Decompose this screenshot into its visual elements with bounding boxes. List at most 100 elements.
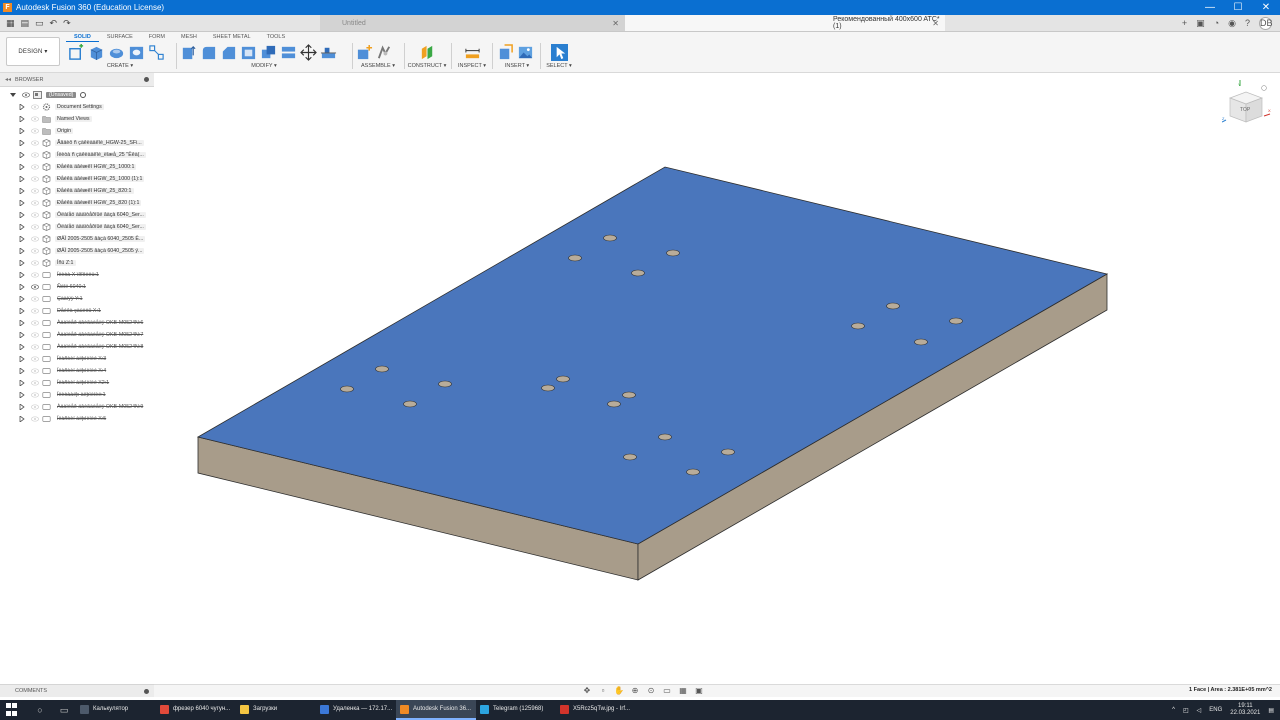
viewports-icon[interactable]: ▣ bbox=[693, 686, 705, 695]
close-tab-icon[interactable]: ✕ bbox=[932, 19, 939, 28]
pattern-icon[interactable] bbox=[148, 44, 165, 61]
hole[interactable] bbox=[886, 302, 900, 310]
tab-sheet-metal[interactable]: SHEET METAL bbox=[205, 33, 259, 42]
inspect-menu[interactable]: INSPECT ▾ bbox=[455, 63, 489, 69]
hole-icon[interactable] bbox=[128, 44, 145, 61]
comments-panel[interactable]: COMMENTS bbox=[0, 684, 154, 697]
hole[interactable] bbox=[622, 391, 636, 399]
expand-arrow-icon[interactable] bbox=[19, 140, 25, 146]
insert-menu[interactable]: INSERT ▾ bbox=[497, 63, 537, 69]
hole[interactable] bbox=[686, 468, 700, 476]
tab-surface[interactable]: SURFACE bbox=[99, 33, 141, 42]
hole[interactable] bbox=[949, 317, 963, 325]
extensions-icon[interactable]: ▣ bbox=[1196, 18, 1205, 29]
tab-untitled[interactable]: Untitled ✕ bbox=[320, 15, 625, 31]
look-at-icon[interactable]: ▫ bbox=[597, 686, 609, 695]
expand-arrow-icon[interactable] bbox=[19, 296, 25, 302]
browser-tree-item[interactable]: Ïëàñòèí àëþìèíèé X2:1 bbox=[0, 377, 154, 389]
maximize-button[interactable]: ☐ bbox=[1224, 0, 1252, 15]
visibility-eye-icon[interactable] bbox=[31, 416, 39, 422]
jobs-icon[interactable]: ◔ bbox=[1214, 18, 1219, 28]
press-pull-icon[interactable] bbox=[180, 44, 197, 61]
hole[interactable] bbox=[623, 453, 637, 461]
browser-tree-item[interactable]: Ðåéêà çàùèòû X:1 bbox=[0, 305, 154, 317]
new-tab-icon[interactable]: + bbox=[1182, 18, 1187, 28]
activate-radio-icon[interactable] bbox=[80, 92, 87, 98]
chamfer-icon[interactable] bbox=[220, 44, 237, 61]
hole[interactable] bbox=[556, 375, 570, 383]
expand-arrow-icon[interactable] bbox=[19, 212, 25, 218]
browser-tree-item[interactable]: Ïëàñòèí àëþìèíèé X:3 bbox=[0, 353, 154, 365]
expand-arrow-icon[interactable] bbox=[19, 248, 25, 254]
expand-arrow-icon[interactable] bbox=[19, 344, 25, 350]
taskbar-app-button[interactable]: X5Rcz5qTw.jpg - Irf... bbox=[556, 700, 636, 720]
split-body-icon[interactable] bbox=[280, 44, 297, 61]
network-icon[interactable]: ◰ bbox=[1183, 707, 1189, 714]
modify-menu[interactable]: MODIFY ▾ bbox=[180, 63, 348, 69]
browser-tree-item[interactable]: ØÂÏ 2005-2505 âàçà 6040_2505 ÿ... bbox=[0, 245, 154, 257]
visibility-eye-icon[interactable] bbox=[31, 200, 39, 206]
save-icon[interactable]: ▭ bbox=[35, 18, 44, 29]
browser-tree-item[interactable]: ØÂÏ 2005-2505 âàçà 6040_2505 Ê... bbox=[0, 233, 154, 245]
hole[interactable] bbox=[403, 400, 417, 408]
move-copy-icon[interactable] bbox=[300, 43, 317, 61]
offset-plane-icon[interactable] bbox=[419, 44, 436, 61]
hole[interactable] bbox=[914, 338, 928, 346]
browser-tree-item[interactable]: Named Views bbox=[0, 113, 154, 125]
collapse-icon[interactable]: ◂◂ bbox=[5, 76, 11, 83]
expand-arrow-icon[interactable] bbox=[19, 416, 25, 422]
browser-tree-item[interactable]: Ïëèòààëþ àëþìèíèé:1 bbox=[0, 389, 154, 401]
insert-image-icon[interactable] bbox=[517, 44, 534, 61]
visibility-eye-icon[interactable] bbox=[31, 308, 39, 314]
tab-tools[interactable]: TOOLS bbox=[259, 33, 294, 42]
expand-arrow-icon[interactable] bbox=[19, 284, 25, 290]
visibility-eye-icon[interactable] bbox=[31, 404, 39, 410]
expand-arrow-icon[interactable] bbox=[19, 152, 25, 158]
hole[interactable] bbox=[666, 249, 680, 257]
visibility-eye-icon[interactable] bbox=[31, 368, 39, 374]
taskbar-app-button[interactable]: Autodesk Fusion 36... bbox=[396, 700, 476, 720]
measure-icon[interactable] bbox=[464, 44, 481, 61]
construct-menu[interactable]: CONSTRUCT ▾ bbox=[407, 63, 447, 69]
expand-arrow-icon[interactable] bbox=[19, 320, 25, 326]
windows-start-icon[interactable] bbox=[6, 703, 20, 717]
shell-icon[interactable] bbox=[240, 44, 257, 61]
pan-icon[interactable]: ✋ bbox=[613, 686, 625, 695]
browser-tree-item[interactable]: Àäàïòåð äâèãàòåëÿ OKB-M0524N:8 bbox=[0, 341, 154, 353]
file-menu-icon[interactable]: ▤ bbox=[21, 18, 30, 29]
browser-tree-item[interactable]: Ãâäèô ñ çàêëàäêîé_HGW-25_SFi... bbox=[0, 137, 154, 149]
visibility-eye-icon[interactable] bbox=[31, 392, 39, 398]
expand-arrow-icon[interactable] bbox=[19, 236, 25, 242]
expand-arrow-icon[interactable] bbox=[19, 176, 25, 182]
expand-arrow-icon[interactable] bbox=[19, 380, 25, 386]
expand-arrow-icon[interactable] bbox=[19, 308, 25, 314]
tray-arrow-icon[interactable]: ^ bbox=[1172, 707, 1175, 713]
browser-tree-item[interactable]: Ïëàñòèí àëþìèíèé X:4 bbox=[0, 365, 154, 377]
browser-tree-item[interactable]: Ðåéêà äâèæêî HGW_25_820 (1):1 bbox=[0, 197, 154, 209]
visibility-eye-icon[interactable] bbox=[31, 332, 39, 338]
expand-arrow-icon[interactable] bbox=[19, 392, 25, 398]
create-menu[interactable]: CREATE ▾ bbox=[68, 63, 172, 69]
hole[interactable] bbox=[851, 322, 865, 330]
browser-tree-item[interactable]: Àäàïòåð äâèãàòåëÿ OKB-M0524N:9 bbox=[0, 401, 154, 413]
display-settings-icon[interactable]: ▭ bbox=[661, 686, 673, 695]
visibility-eye-icon[interactable] bbox=[31, 176, 39, 182]
visibility-eye-icon[interactable] bbox=[31, 284, 39, 290]
expand-arrow-icon[interactable] bbox=[19, 128, 25, 134]
fit-icon[interactable]: ⊙ bbox=[645, 686, 657, 695]
expand-arrow-icon[interactable] bbox=[19, 272, 25, 278]
hole[interactable] bbox=[631, 269, 645, 277]
notifications-icon[interactable]: ◉ bbox=[1228, 18, 1236, 29]
grid-menu-icon[interactable]: ▦ bbox=[6, 18, 15, 29]
visibility-eye-icon[interactable] bbox=[31, 224, 39, 230]
search-icon[interactable]: ○ bbox=[28, 705, 52, 715]
visibility-eye-icon[interactable] bbox=[31, 236, 39, 242]
expand-arrow-icon[interactable] bbox=[19, 224, 25, 230]
tab-mesh[interactable]: MESH bbox=[173, 33, 205, 42]
close-tab-icon[interactable]: ✕ bbox=[612, 19, 619, 28]
taskbar-app-button[interactable]: Telegram (125968) bbox=[476, 700, 556, 720]
comments-add-icon[interactable] bbox=[144, 689, 149, 694]
browser-tree-item[interactable]: Ôëàíåö àäàïòåðíûé âàçà 6040_Ser... bbox=[0, 209, 154, 221]
revolve-icon[interactable] bbox=[108, 44, 125, 61]
visibility-eye-icon[interactable] bbox=[31, 164, 39, 170]
